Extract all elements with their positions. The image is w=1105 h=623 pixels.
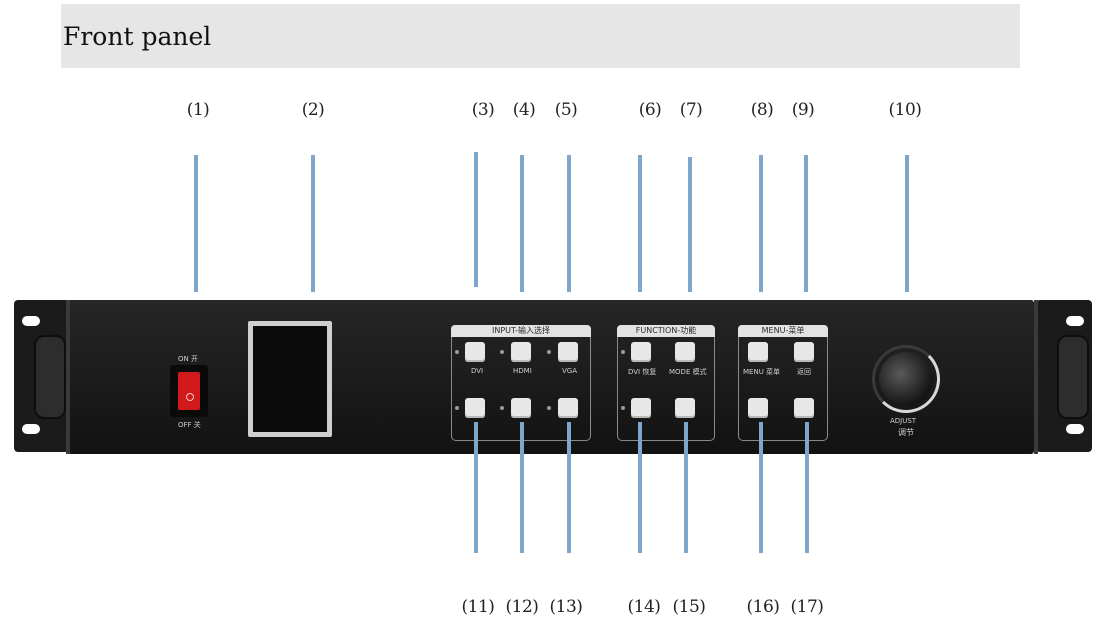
- led-indicator: [547, 406, 551, 410]
- power-dot-icon: [186, 393, 194, 401]
- function-button-15[interactable]: [675, 398, 695, 418]
- adjust-cn-label: 调节: [898, 428, 914, 437]
- leader-line-15: [684, 422, 688, 553]
- mount-hole: [22, 316, 40, 326]
- back-button[interactable]: [794, 342, 814, 362]
- callout-5: (5): [554, 100, 578, 120]
- leader-line-2: [311, 155, 315, 292]
- dvi-label: DVI: [471, 367, 484, 375]
- page-title: Front panel: [63, 22, 212, 51]
- vga-button[interactable]: [558, 342, 578, 362]
- function-group-title: FUNCTION-功能: [617, 325, 715, 337]
- led-indicator: [621, 406, 625, 410]
- callout-17: (17): [790, 597, 824, 617]
- callout-7: (7): [679, 100, 703, 120]
- callout-6: (6): [638, 100, 662, 120]
- leader-line-16: [759, 422, 763, 553]
- dvi-button[interactable]: [465, 342, 485, 362]
- leader-line-12: [520, 422, 524, 553]
- power-off-label: OFF 关: [178, 421, 201, 429]
- input-button-11[interactable]: [465, 398, 485, 418]
- power-switch[interactable]: [178, 372, 200, 410]
- leader-line-9: [804, 155, 808, 292]
- leader-line-17: [805, 422, 809, 553]
- leader-line-4: [520, 155, 524, 292]
- adjust-label: ADJUST: [890, 417, 917, 425]
- handle-left: [34, 335, 66, 419]
- callout-15: (15): [672, 597, 706, 617]
- mount-hole: [1066, 316, 1084, 326]
- leader-line-8: [759, 155, 763, 292]
- header-bar: Front panel: [61, 4, 1020, 68]
- leader-line-14: [638, 422, 642, 553]
- callout-1: (1): [186, 100, 210, 120]
- power-on-label: ON 开: [178, 355, 198, 363]
- leader-line-5: [567, 155, 571, 292]
- mount-hole: [22, 424, 40, 434]
- hdmi-label: HDMI: [513, 367, 532, 375]
- callout-13: (13): [549, 597, 583, 617]
- menu-button-17[interactable]: [794, 398, 814, 418]
- menu-group-title: MENU-菜单: [738, 325, 828, 337]
- led-indicator: [455, 406, 459, 410]
- callout-4: (4): [512, 100, 536, 120]
- handle-right: [1057, 335, 1089, 419]
- callout-12: (12): [505, 597, 539, 617]
- function-button-14[interactable]: [631, 398, 651, 418]
- callout-14: (14): [627, 597, 661, 617]
- adjust-knob[interactable]: [879, 352, 933, 406]
- leader-line-6: [638, 155, 642, 292]
- led-indicator: [547, 350, 551, 354]
- led-indicator: [621, 350, 625, 354]
- callout-8: (8): [750, 100, 774, 120]
- back-label: 返回: [797, 368, 811, 376]
- vga-label: VGA: [562, 367, 578, 375]
- menu-button[interactable]: [748, 342, 768, 362]
- input-button-13[interactable]: [558, 398, 578, 418]
- leader-line-10: [905, 155, 909, 292]
- callout-11: (11): [461, 597, 495, 617]
- led-indicator: [500, 406, 504, 410]
- chassis-edge: [1034, 300, 1038, 454]
- mount-hole: [1066, 424, 1084, 434]
- callout-2: (2): [301, 100, 325, 120]
- chassis-edge: [66, 300, 70, 454]
- leader-line-13: [567, 422, 571, 553]
- leader-line-7: [688, 157, 692, 292]
- led-indicator: [500, 350, 504, 354]
- leader-line-11: [474, 422, 478, 553]
- dvi-restore-button[interactable]: [631, 342, 651, 362]
- callout-16: (16): [746, 597, 780, 617]
- menu-label: MENU 菜单: [743, 368, 781, 376]
- menu-button-16[interactable]: [748, 398, 768, 418]
- mode-label: MODE 模式: [669, 368, 707, 376]
- callout-9: (9): [791, 100, 815, 120]
- callout-10: (10): [888, 100, 922, 120]
- input-button-12[interactable]: [511, 398, 531, 418]
- leader-line-1: [194, 155, 198, 292]
- lcd-display: [248, 321, 332, 437]
- mode-button[interactable]: [675, 342, 695, 362]
- input-group-title: INPUT-输入选择: [451, 325, 591, 337]
- led-indicator: [455, 350, 459, 354]
- callout-3: (3): [471, 100, 495, 120]
- dvi-restore-label: DVI 恢复: [628, 368, 657, 376]
- hdmi-button[interactable]: [511, 342, 531, 362]
- leader-line-3: [474, 152, 478, 287]
